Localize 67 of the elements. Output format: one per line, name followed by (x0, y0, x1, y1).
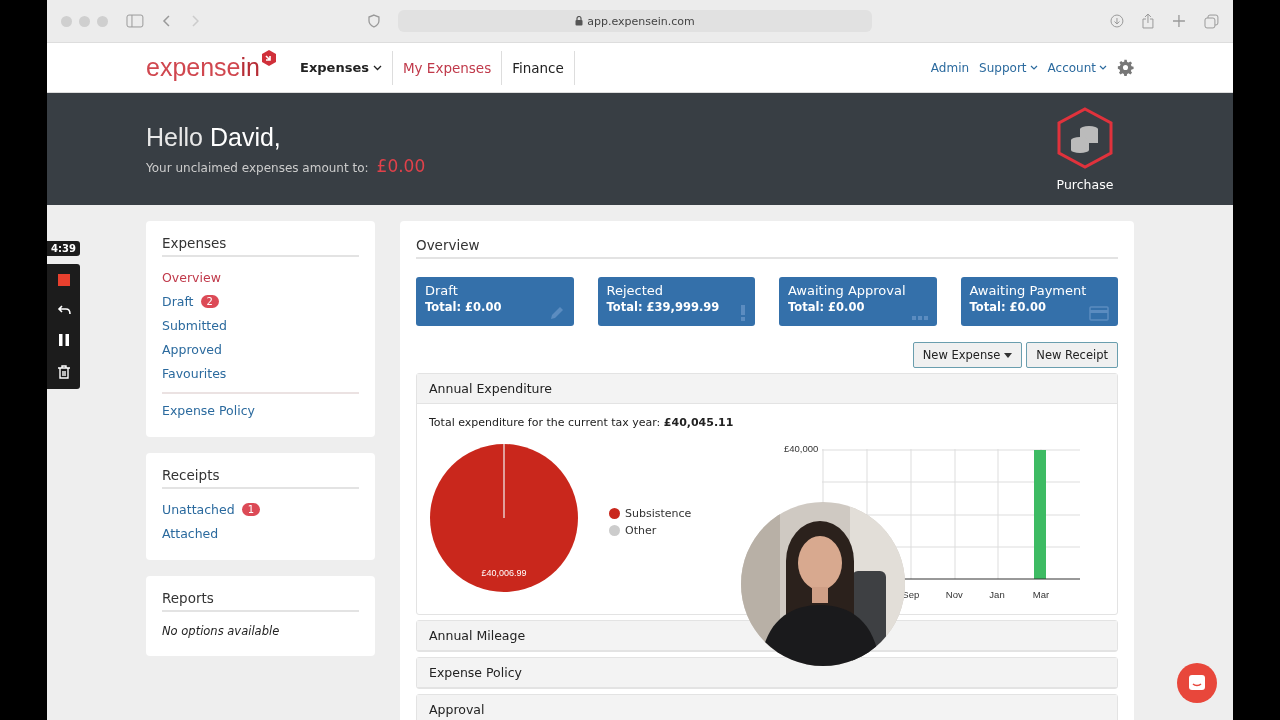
status-card[interactable]: Awaiting Payment Total: £0.00 (960, 277, 1118, 326)
sidebar-link[interactable]: Overview (162, 270, 221, 285)
panel-title[interactable]: Annual Mileage (429, 628, 526, 643)
window-controls-icon[interactable] (61, 15, 108, 27)
legend-label: Subsistence (625, 507, 692, 520)
sidebar-link[interactable]: Expense Policy (162, 403, 255, 418)
section-title: Reports (162, 590, 359, 612)
count-badge: 2 (200, 295, 219, 308)
nav-link[interactable]: Admin (930, 60, 970, 75)
tabs-icon[interactable] (1204, 13, 1219, 29)
total-expenditure: Total expenditure for the current tax year: £40,045.11 (429, 416, 735, 429)
count-badge: 1 (241, 503, 260, 516)
purchase-link[interactable]: Purchase (1056, 176, 1114, 192)
section-title: Receipts (162, 467, 359, 489)
plus-icon[interactable] (1172, 14, 1187, 28)
credit-card-icon (1089, 306, 1109, 321)
download-icon[interactable] (1110, 14, 1125, 28)
back-icon[interactable] (161, 14, 172, 28)
lock-icon (575, 16, 584, 26)
status-card[interactable]: Awaiting Approval Total: £0.00 (779, 277, 937, 326)
coins-icon[interactable] (1056, 106, 1114, 169)
undo-icon[interactable] (56, 305, 71, 315)
axis-label: Jan (989, 589, 1006, 600)
chat-icon (1188, 674, 1206, 692)
address-bar[interactable]: app.expensein.com (397, 10, 873, 32)
section-title: Expenses (162, 235, 359, 257)
exclamation-icon (740, 305, 746, 321)
action-button[interactable]: New Receipt (1026, 342, 1118, 368)
recording-time: 4:39 (47, 241, 80, 256)
unclaimed-amount: £0.00 (376, 155, 426, 176)
share-icon[interactable] (1142, 13, 1155, 29)
empty-message: No options available (162, 624, 281, 638)
sidebar-link[interactable]: Approved (162, 342, 222, 357)
sidebar-link[interactable]: Favourites (162, 366, 227, 381)
nav-link[interactable]: Finance (502, 50, 575, 85)
greeting: Hello David, (146, 122, 282, 152)
sidebar-link[interactable]: Draft (162, 294, 194, 309)
shield-icon[interactable] (367, 14, 380, 28)
axis-label: Nov (945, 589, 964, 600)
sidebar-link[interactable]: Attached (162, 526, 219, 541)
pencil-icon (548, 305, 565, 321)
section-title: Overview (416, 237, 1118, 259)
action-button[interactable]: New Expense (912, 342, 1023, 368)
settings-icon[interactable] (1117, 59, 1134, 76)
stop-icon[interactable] (57, 274, 70, 286)
panel-title[interactable]: Approval (429, 702, 485, 717)
panel-title[interactable]: Expense Policy (429, 665, 522, 680)
status-card[interactable]: Draft Total: £0.00 (416, 277, 574, 326)
nav-link[interactable]: Expenses (290, 50, 393, 85)
sidebar-icon[interactable] (126, 14, 144, 28)
nav-link[interactable]: Support (979, 60, 1038, 75)
axis-label: Mar (1032, 589, 1051, 600)
status-card[interactable]: Rejected Total: £39,999.99 (597, 277, 755, 326)
legend-label: Other (625, 524, 657, 537)
slice-label: £40,006.99 (481, 568, 527, 578)
nav-link[interactable]: My Expenses (392, 50, 503, 85)
logo[interactable]: expensein (146, 53, 278, 82)
dots-icon (911, 315, 928, 321)
chat-button[interactable] (1177, 663, 1217, 703)
unclaimed-label: Your unclaimed expenses amount to: (146, 160, 369, 175)
nav-link[interactable]: Account (1047, 60, 1107, 75)
sidebar-link[interactable]: Unattached (162, 502, 235, 517)
pause-icon[interactable] (58, 334, 69, 346)
trash-icon[interactable] (57, 365, 70, 379)
sidebar-link[interactable]: Submitted (162, 318, 227, 333)
panel-title[interactable]: Annual Expenditure (429, 381, 553, 396)
axis-label: £40,000 (784, 443, 819, 456)
